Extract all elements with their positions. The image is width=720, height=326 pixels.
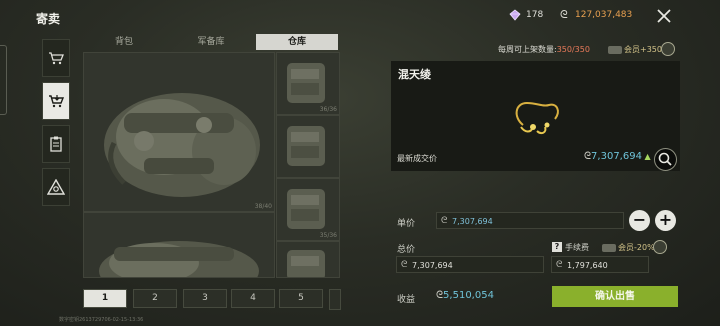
item-slot[interactable]: 36/36 [276, 52, 340, 115]
item-name: 混天绫 [398, 68, 431, 81]
item-slot[interactable]: 38/40 [83, 52, 275, 212]
income-label: 收益 [397, 295, 416, 305]
item-slot[interactable] [276, 241, 340, 278]
item-slot[interactable] [276, 115, 340, 178]
weekly-quota: 每周可上架数量:350/350 [498, 44, 590, 55]
page-button[interactable]: 1 [83, 289, 127, 308]
weekly-label: 每周可上架数量: [498, 45, 557, 54]
page-button-partial[interactable] [329, 289, 341, 310]
page-button[interactable]: 2 [133, 289, 177, 308]
member-badge-icon [602, 243, 616, 252]
increase-button[interactable]: + [655, 210, 676, 231]
item-slot[interactable] [83, 212, 275, 278]
diamond-icon [509, 9, 521, 21]
triangle-eye-icon [47, 179, 65, 195]
backpack-image [99, 241, 259, 277]
backpack-image [287, 250, 325, 277]
backpack-image [104, 93, 260, 197]
unit-price-label: 单价 [397, 219, 416, 229]
backpack-image [287, 126, 325, 166]
nav-records[interactable] [42, 125, 70, 163]
slot-capacity: 38/40 [254, 203, 272, 210]
weekly-value: 350/350 [556, 45, 590, 54]
tab-armory[interactable]: 军备库 [170, 34, 252, 50]
fee-label: 手续费 [565, 243, 589, 252]
footer-text: 数字密钥2613729706-02-15-13:36 [59, 317, 144, 323]
close-icon[interactable] [654, 6, 674, 26]
income-value: ᘓ5,510,054 [436, 290, 494, 301]
coin-balance: 127,037,483 [575, 10, 633, 20]
backpack-image [287, 189, 325, 229]
confirm-sell-button[interactable]: 确认出售 [552, 286, 678, 307]
chevron-up-icon[interactable] [653, 240, 667, 254]
side-drawer-handle[interactable] [0, 45, 7, 115]
page-button[interactable]: 4 [231, 289, 275, 308]
page-title: 寄卖 [36, 12, 61, 26]
latest-price: ᘓ7,307,694 ▲ [584, 151, 651, 162]
coin-icon: ᘓ [556, 260, 563, 270]
slot-capacity: 35/36 [319, 232, 337, 239]
clipboard-icon [50, 136, 62, 152]
member-bonus: 会员+350 [608, 44, 662, 55]
unit-price-input[interactable]: ᘓ 7,307,694 [436, 212, 624, 229]
page-button[interactable]: 3 [183, 289, 227, 308]
item-slot[interactable]: 35/36 [276, 178, 340, 241]
total-price-field: ᘓ 7,307,694 [396, 256, 544, 273]
coin-icon: ᘓ [560, 8, 568, 21]
help-icon[interactable]: ? [552, 242, 562, 252]
slot-capacity: 36/36 [319, 106, 337, 113]
chevron-up-icon[interactable] [661, 42, 675, 56]
backpack-image [287, 63, 325, 103]
search-icon [658, 152, 672, 166]
decrease-button[interactable]: − [629, 210, 650, 231]
total-price-label: 总价 [397, 245, 416, 255]
gem-count: 178 [526, 10, 544, 20]
coin-icon: ᘓ [441, 216, 448, 226]
sash-ribbon-icon [515, 101, 559, 135]
nav-watch[interactable] [42, 168, 70, 206]
latest-price-label: 最新成交价 [397, 154, 437, 163]
coin-icon: ᘓ [401, 260, 408, 270]
tab-warehouse[interactable]: 仓库 [256, 34, 338, 50]
cart-arrow-icon [49, 95, 64, 108]
tab-backpack[interactable]: 背包 [83, 34, 165, 50]
nav-sell[interactable] [42, 82, 70, 120]
page-button[interactable]: 5 [279, 289, 323, 308]
price-search-button[interactable] [654, 148, 677, 171]
fee-member-discount: 会员-20% [602, 242, 655, 253]
member-badge-icon [608, 45, 622, 54]
nav-buy[interactable] [42, 39, 70, 77]
fee-field: ᘓ 1,797,640 [551, 256, 649, 273]
cart-icon [49, 52, 64, 65]
